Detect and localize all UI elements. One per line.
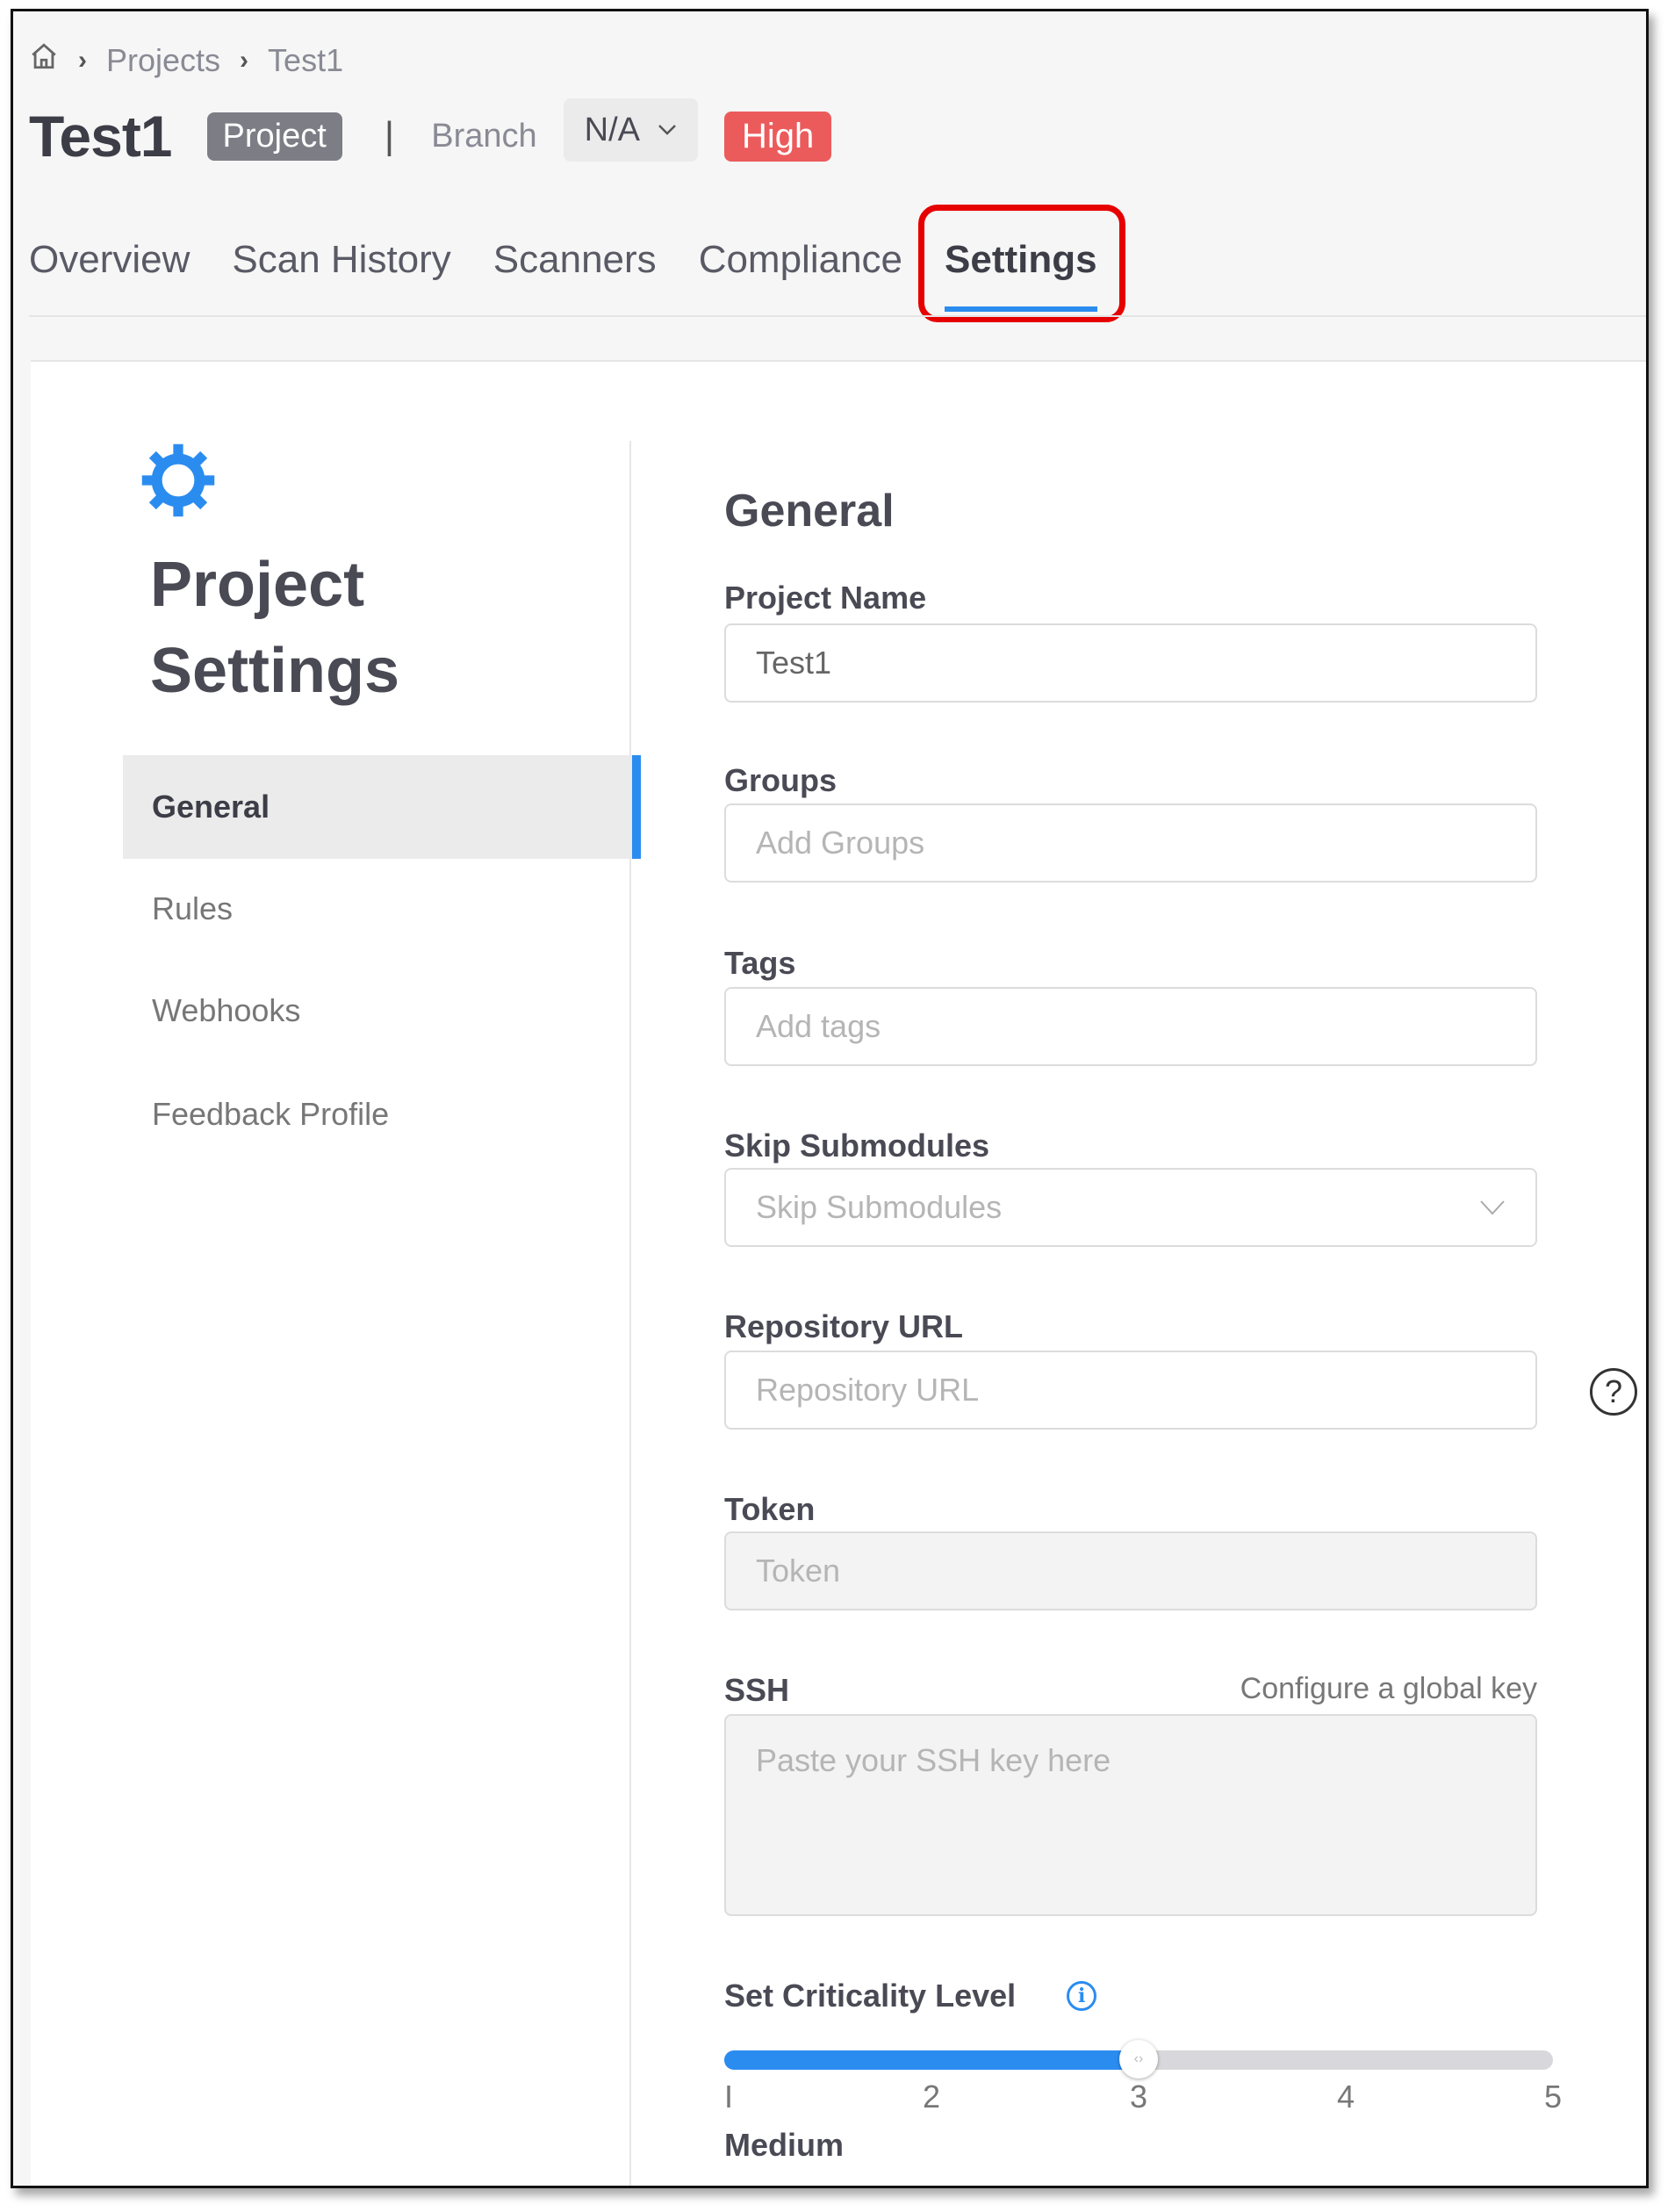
tags-input[interactable]: [724, 987, 1537, 1066]
ssh-label: SSH: [724, 1672, 790, 1708]
slider-fill: [724, 2050, 1139, 2070]
home-icon[interactable]: [29, 41, 59, 79]
tags-label: Tags: [724, 945, 796, 981]
breadcrumb-current: Test1: [268, 41, 344, 78]
project-header: Test1 Project | Branch N/A High: [29, 98, 832, 169]
tab-scanners[interactable]: Scanners: [493, 238, 657, 299]
tab-overview[interactable]: Overview: [29, 238, 190, 299]
criticality-label: Set Criticality Level: [724, 1978, 1017, 2014]
sidebar-item-label: Rules: [152, 890, 234, 926]
token-input[interactable]: [724, 1531, 1537, 1610]
repository-url-label: Repository URL: [724, 1308, 964, 1344]
configure-global-key-link[interactable]: Configure a global key: [1093, 1672, 1537, 1706]
slider-tick-2: 2: [922, 2079, 941, 2115]
breadcrumb-separator-icon: ›: [240, 45, 249, 75]
skip-submodules-placeholder: Skip Submodules: [756, 1189, 1003, 1225]
tab-scan-history[interactable]: Scan History: [232, 238, 450, 299]
slider-thumb[interactable]: ‹›: [1119, 2040, 1158, 2079]
sidebar-title-line1: Project: [150, 550, 365, 620]
slider-tick-4: 4: [1336, 2079, 1355, 2115]
groups-label: Groups: [724, 762, 838, 798]
chevron-down-icon: [1480, 1200, 1505, 1215]
info-icon[interactable]: i: [1067, 1981, 1097, 2011]
tab-divider: [29, 315, 1646, 317]
slider-tick-5: 5: [1543, 2079, 1563, 2115]
skip-submodules-select[interactable]: Skip Submodules: [724, 1168, 1537, 1247]
criticality-slider[interactable]: ‹›: [724, 2040, 1553, 2079]
project-name-label: Project Name: [724, 580, 927, 616]
groups-input[interactable]: [724, 803, 1537, 883]
repository-url-input[interactable]: [724, 1351, 1537, 1430]
sidebar-title-line2: Settings: [150, 636, 400, 706]
sidebar-item-feedback-profile[interactable]: Feedback Profile: [123, 1063, 632, 1166]
breadcrumb-projects[interactable]: Projects: [106, 42, 220, 79]
project-name-input[interactable]: [724, 623, 1537, 703]
slider-tick-1: I: [724, 2079, 734, 2115]
severity-badge: High: [724, 111, 832, 162]
header-separator: |: [384, 114, 395, 157]
breadcrumb: › Projects › Test1: [29, 41, 343, 79]
tab-compliance[interactable]: Compliance: [699, 238, 902, 299]
ssh-key-textarea[interactable]: [724, 1714, 1537, 1916]
sidebar-item-webhooks[interactable]: Webhooks: [123, 959, 632, 1063]
help-icon[interactable]: ?: [1590, 1368, 1637, 1416]
sidebar-item-label: Feedback Profile: [152, 1096, 390, 1132]
app-window: › Projects › Test1 Test1 Project | Branc…: [11, 9, 1649, 2188]
tab-bar: Overview Scan History Scanners Complianc…: [29, 205, 1125, 322]
branch-label: Branch: [431, 117, 537, 155]
skip-submodules-label: Skip Submodules: [724, 1128, 990, 1164]
chevron-down-icon: [658, 125, 676, 135]
tab-settings-label: Settings: [945, 238, 1097, 281]
slider-tick-3: 3: [1129, 2079, 1148, 2115]
token-label: Token: [724, 1491, 816, 1527]
breadcrumb-separator-icon: ›: [78, 45, 87, 75]
criticality-header: Set Criticality Level i: [724, 1978, 1097, 2014]
section-title: General: [724, 486, 895, 537]
sidebar-item-label: General: [152, 789, 270, 825]
tab-settings[interactable]: Settings: [918, 205, 1125, 322]
gear-icon: [141, 443, 215, 517]
branch-select[interactable]: N/A: [563, 98, 698, 162]
settings-card: Project Settings General Rules Webhooks …: [31, 360, 1646, 2186]
project-type-badge: Project: [206, 112, 342, 161]
sidebar-divider: [629, 441, 631, 2186]
criticality-value-label: Medium: [724, 2127, 845, 2163]
sidebar-item-general[interactable]: General: [123, 755, 641, 859]
sidebar-title: Project Settings: [150, 542, 399, 714]
branch-value: N/A: [584, 111, 640, 148]
sidebar-item-rules[interactable]: Rules: [123, 857, 632, 961]
sidebar-item-label: Webhooks: [152, 992, 301, 1028]
page-title: Test1: [29, 104, 173, 169]
